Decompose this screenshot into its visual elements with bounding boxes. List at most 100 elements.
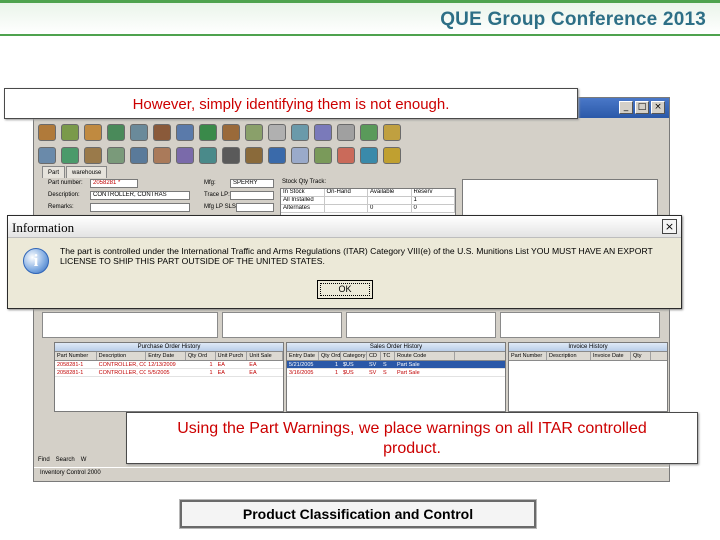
toolbar-icon[interactable]	[61, 146, 79, 164]
minimize-button[interactable]: _	[619, 101, 633, 114]
toolbar-icon[interactable]	[360, 123, 378, 141]
column-header[interactable]: Description	[547, 352, 591, 360]
column-header[interactable]: TC	[381, 352, 395, 360]
stock-grid-cell	[325, 205, 368, 212]
information-dialog: Information × i The part is controlled u…	[7, 215, 682, 309]
stock-grid-cell	[368, 197, 412, 204]
table-cell: CONTROLLER, CO	[98, 362, 147, 368]
tab-warehouse[interactable]: warehouse	[66, 166, 108, 178]
toolbar-icon[interactable]	[383, 123, 401, 141]
toolbar-icon[interactable]	[176, 146, 194, 164]
description-field[interactable]: CONTROLLER, CONTRAS	[90, 191, 190, 200]
table-cell: SV	[369, 362, 377, 368]
toolbar-icon[interactable]	[337, 146, 355, 164]
column-header[interactable]: Qty	[631, 352, 651, 360]
toolbar-icon[interactable]	[107, 146, 125, 164]
maximize-button[interactable]: □	[635, 101, 649, 114]
trace-field[interactable]	[230, 191, 274, 200]
find-button[interactable]: Find	[38, 457, 50, 463]
middle-panel-center[interactable]	[222, 312, 342, 338]
toolbar-icon[interactable]	[153, 123, 171, 141]
column-header[interactable]: Entry Date	[287, 352, 319, 360]
dialog-title: Information	[12, 220, 75, 235]
toolbar-icon[interactable]	[38, 146, 56, 164]
toolbar-icon[interactable]	[107, 123, 125, 141]
table-cell: CONTROLLER, CO	[98, 370, 147, 376]
toolbar-icon[interactable]	[383, 146, 401, 164]
middle-panel-right[interactable]	[346, 312, 496, 338]
table-cell: 5/5/2005	[148, 370, 170, 376]
notes-panel[interactable]	[462, 179, 658, 219]
callout-top-text: However, simply identifying them is not …	[132, 96, 450, 113]
table-cell: EA	[217, 370, 225, 376]
purchase-order-history: Purchase Order History Part Number Descr…	[54, 342, 284, 412]
toolbar-row-2	[38, 144, 401, 166]
toolbar-icon[interactable]	[84, 146, 102, 164]
tab-part[interactable]: Part	[42, 166, 66, 178]
table-row-selected[interactable]: 5/21/2005 1 $US SV S Part Sale	[287, 361, 505, 369]
toolbar-icon[interactable]	[84, 123, 102, 141]
table-row[interactable]: 3/16/2005 1 $US SV S Part Sale	[287, 369, 505, 377]
table-row[interactable]: 2058281-1 CONTROLLER, CO 12/13/2009 1 EA…	[55, 361, 283, 369]
stock-grid-cell: Available	[368, 189, 412, 196]
toolbar-icon[interactable]	[199, 123, 217, 141]
dialog-close-button[interactable]: ×	[662, 219, 677, 234]
column-header[interactable]: Part Number	[55, 352, 97, 360]
toolbar-icon[interactable]	[222, 123, 240, 141]
purchase-history-header: Part Number Description Entry Date Qty O…	[55, 352, 283, 361]
mfg-field[interactable]: SPERRY	[230, 179, 274, 188]
invoice-history-title: Invoice History	[509, 343, 667, 352]
table-cell: 1	[209, 362, 213, 368]
stock-qty-label: Stock Qty Track:	[282, 179, 327, 185]
header-band: QUE Group Conference 2013	[0, 0, 720, 34]
toolbar-icon[interactable]	[130, 146, 148, 164]
middle-panel-left[interactable]	[42, 312, 218, 338]
middle-panel-far-right[interactable]	[500, 312, 660, 338]
toolbar-icon[interactable]	[268, 123, 286, 141]
toolbar-icon[interactable]	[61, 123, 79, 141]
close-window-button[interactable]: ×	[651, 101, 665, 114]
header-divider	[0, 34, 720, 36]
mfg-lp-field[interactable]	[236, 203, 274, 212]
column-header[interactable]: Qty Ord	[319, 352, 341, 360]
toolbar-icon[interactable]	[130, 123, 148, 141]
toolbar-icon[interactable]	[268, 146, 286, 164]
column-header[interactable]: Unit Purch	[216, 352, 248, 360]
table-cell: S	[383, 362, 387, 368]
toolbar-icon[interactable]	[291, 146, 309, 164]
stock-grid-row[interactable]: All Installed 1	[281, 197, 455, 205]
ok-button[interactable]: OK	[317, 280, 373, 299]
toolbar-icon[interactable]	[314, 123, 332, 141]
remarks-field[interactable]	[90, 203, 190, 212]
column-header[interactable]: Part Number	[509, 352, 547, 360]
search-button[interactable]: Search	[56, 457, 75, 463]
column-header[interactable]: Description	[97, 352, 147, 360]
column-header[interactable]: Invoice Date	[591, 352, 631, 360]
column-header[interactable]: Entry Date	[146, 352, 186, 360]
invoice-history-header: Part Number Description Invoice Date Qty	[509, 352, 667, 361]
part-number-field[interactable]: 2058281 *	[90, 179, 138, 188]
stock-grid-row[interactable]: Alternates 0 0	[281, 205, 455, 213]
toolbar-icon[interactable]	[38, 123, 56, 141]
toolbar-icon[interactable]	[291, 123, 309, 141]
column-header[interactable]: Route Code	[395, 352, 455, 360]
column-header[interactable]: Unit Sale	[247, 352, 283, 360]
toolbar-icon[interactable]	[176, 123, 194, 141]
toolbar-icon[interactable]	[245, 146, 263, 164]
table-row[interactable]: 2058281-1 CONTROLLER, CO 5/5/2005 1 EA E…	[55, 369, 283, 377]
window-button[interactable]: W	[81, 457, 87, 463]
toolbar-icon[interactable]	[245, 123, 263, 141]
table-cell: 1	[209, 370, 213, 376]
toolbar-icon[interactable]	[314, 146, 332, 164]
column-header[interactable]: Qty Ord	[186, 352, 216, 360]
table-cell: 3/16/2005	[289, 370, 314, 376]
sales-order-history: Sales Order History Entry Date Qty Ord C…	[286, 342, 506, 412]
column-header[interactable]: CD	[367, 352, 381, 360]
toolbar-icon[interactable]	[360, 146, 378, 164]
toolbar-icon[interactable]	[153, 146, 171, 164]
sales-history-title: Sales Order History	[287, 343, 505, 352]
toolbar-icon[interactable]	[199, 146, 217, 164]
toolbar-icon[interactable]	[222, 146, 240, 164]
column-header[interactable]: Category	[341, 352, 367, 360]
toolbar-icon[interactable]	[337, 123, 355, 141]
